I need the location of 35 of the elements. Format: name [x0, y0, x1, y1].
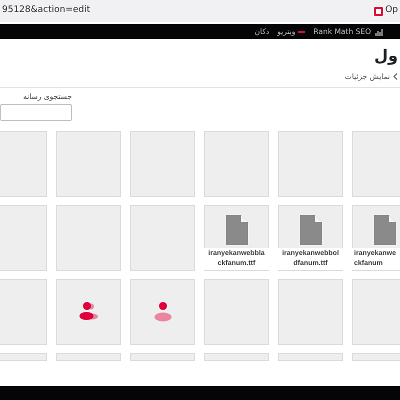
media-tile[interactable]: [204, 353, 269, 362]
media-tile[interactable]: [0, 279, 47, 346]
media-tile[interactable]: [56, 353, 121, 362]
chart-icon: [375, 28, 384, 36]
media-tile[interactable]: [130, 205, 195, 272]
media-tile[interactable]: [56, 279, 121, 346]
user-icon: [154, 302, 172, 322]
media-tile[interactable]: [352, 279, 400, 346]
media-tile[interactable]: [204, 131, 269, 198]
media-tile[interactable]: [352, 353, 400, 362]
address-bar[interactable]: 95128&action=edit Op: [0, 0, 400, 22]
media-tile[interactable]: [0, 205, 47, 272]
document-icon: [226, 215, 248, 246]
media-tile[interactable]: [0, 131, 47, 198]
chevron-icon: [393, 73, 398, 80]
extension-label: Op: [385, 4, 398, 18]
users-icon: [78, 302, 98, 322]
notice-mark: [298, 30, 306, 32]
media-tile[interactable]: [130, 131, 195, 198]
document-icon: [300, 215, 322, 246]
media-tile[interactable]: [56, 131, 121, 198]
search-field[interactable]: [0, 104, 72, 122]
media-tile[interactable]: [130, 279, 195, 346]
media-tile[interactable]: [130, 353, 195, 362]
page-title: ول: [374, 45, 398, 67]
media-tile[interactable]: [56, 205, 121, 272]
media-tile[interactable]: [204, 279, 269, 346]
url-text: 95128&action=edit: [2, 4, 90, 18]
media-tile[interactable]: [278, 353, 343, 362]
media-tile[interactable]: [278, 131, 343, 198]
media-tile[interactable]: [352, 131, 400, 198]
extension-icon: [374, 6, 384, 16]
media-tile[interactable]: [278, 279, 343, 346]
document-icon: [374, 215, 396, 246]
media-tile[interactable]: [0, 353, 47, 362]
